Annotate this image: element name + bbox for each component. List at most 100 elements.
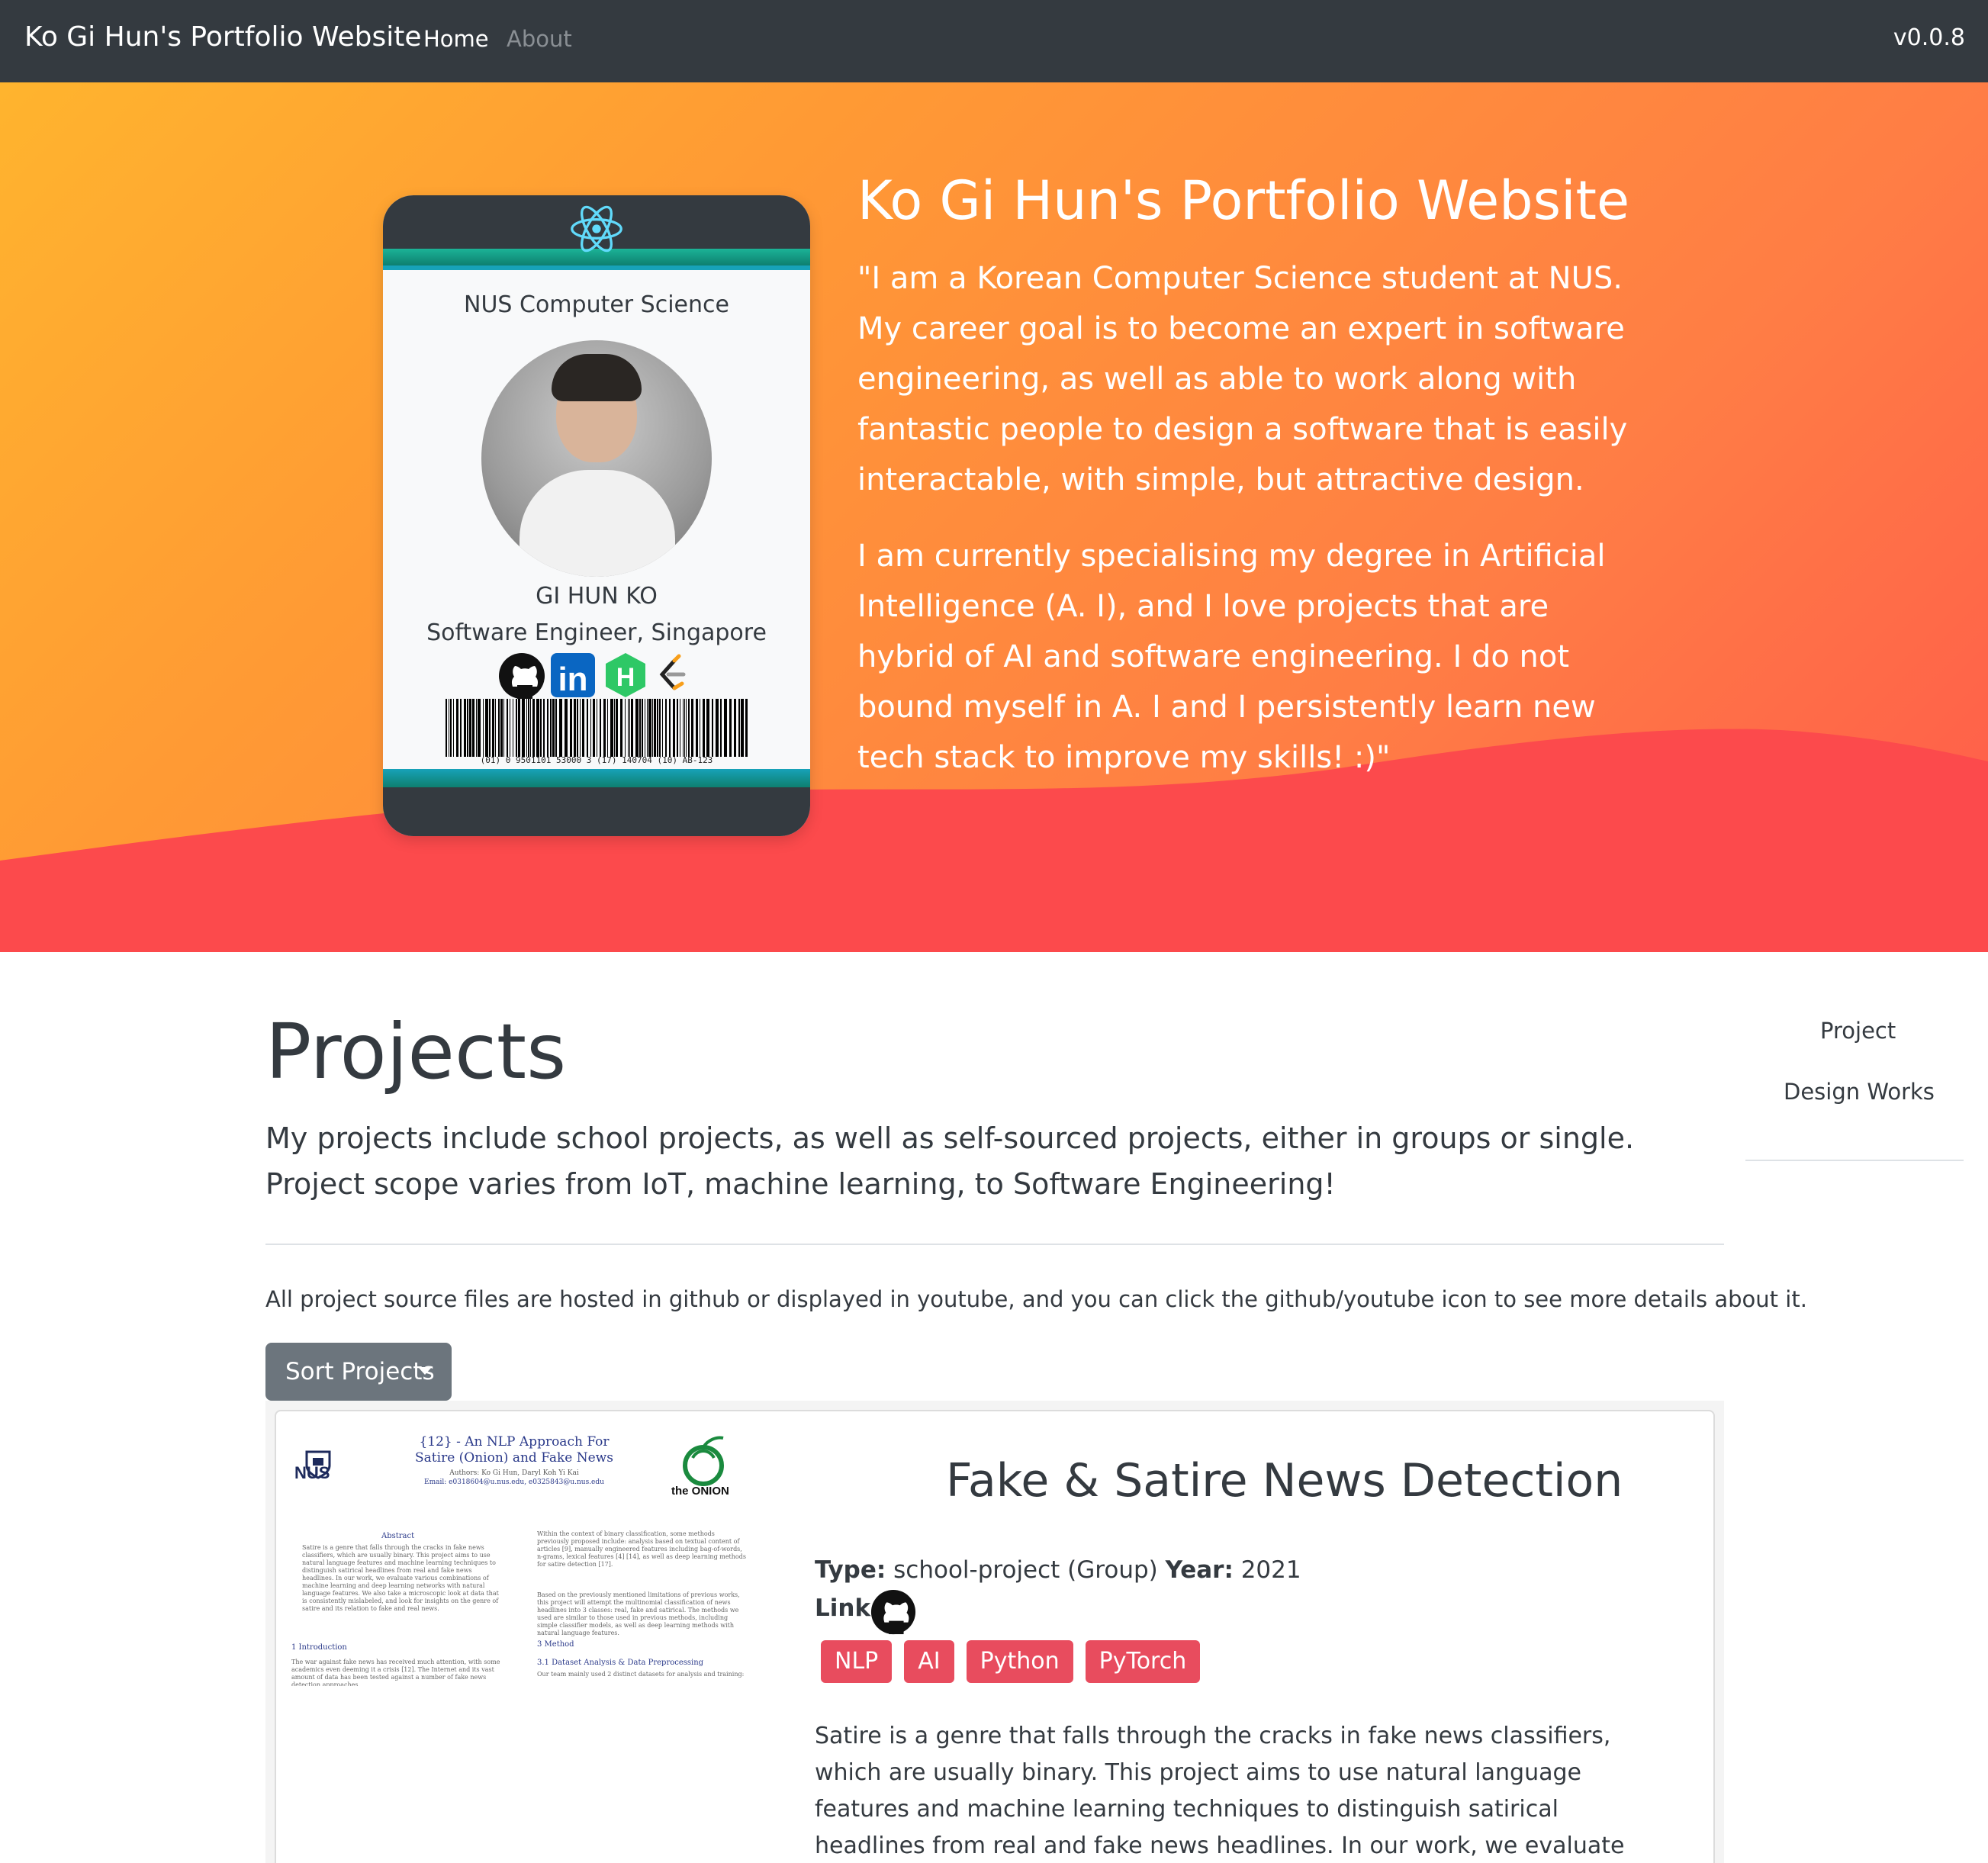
barcode-bar <box>669 699 671 757</box>
barcode-bar <box>610 699 613 757</box>
barcode-bar <box>550 699 552 757</box>
barcode-bar <box>467 699 468 757</box>
barcode-text: (01) 0 9501101 53000 3 (17) 140704 (10) … <box>480 755 713 765</box>
sort-projects-label: Sort Projects <box>285 1358 435 1385</box>
react-icon <box>571 205 622 253</box>
barcode-bar <box>532 699 535 757</box>
barcode-bar <box>629 699 630 757</box>
avatar-body <box>520 470 675 577</box>
side-nav-project[interactable]: Project <box>1820 1018 1896 1044</box>
barcode-bar <box>498 699 500 757</box>
barcode-bar <box>522 699 525 757</box>
barcode-bar <box>456 699 458 757</box>
barcode-bar <box>518 699 520 757</box>
barcode-bar <box>688 699 690 757</box>
sort-projects-button[interactable]: Sort Projects <box>265 1343 452 1401</box>
barcode-bar <box>460 699 462 757</box>
barcode-bar <box>577 699 578 757</box>
barcode-bar <box>552 699 555 757</box>
card-role: Software Engineer, Singapore <box>426 619 767 646</box>
barcode-bar <box>683 699 684 757</box>
barcode-bar <box>555 699 557 757</box>
barcode-bar <box>530 699 531 757</box>
leetcode-icon[interactable] <box>659 654 686 690</box>
social-icons: in H <box>499 653 686 699</box>
barcode-bar <box>485 699 488 757</box>
card-school: NUS Computer Science <box>464 291 729 318</box>
barcode-bar <box>665 699 667 757</box>
barcode-bar <box>590 699 591 757</box>
project-poster-image[interactable]: NUS {12} - An NLP Approach For Satire (O… <box>285 1427 758 1701</box>
barcode-bar <box>635 699 639 757</box>
linkedin-icon[interactable]: in <box>551 653 595 698</box>
barcode-bar <box>547 699 548 757</box>
barcode-bar <box>503 699 504 757</box>
nav-link-home[interactable]: Home <box>423 26 489 52</box>
barcode-bar <box>734 699 736 757</box>
barcode-bar <box>593 699 595 757</box>
nav-link-about[interactable]: About <box>507 26 572 52</box>
projects-title: Projects <box>265 1007 567 1096</box>
barcode-bar <box>450 699 452 757</box>
hero-title: Ko Gi Hun's Portfolio Website <box>857 169 1630 232</box>
hero-paragraph-2: I am currently specialising my degree in… <box>857 539 1606 775</box>
project-meta: Type: school-project (Group) Year: 2021 <box>815 1556 1301 1584</box>
side-nav-design-works[interactable]: Design Works <box>1784 1079 1935 1105</box>
avatar-hair <box>552 354 642 401</box>
poster-abstract-text: Satire is a genre that falls through the… <box>302 1544 499 1612</box>
card-stripe-top-accent <box>383 265 810 270</box>
barcode-bar <box>620 699 622 757</box>
barcode-bar <box>516 699 517 757</box>
poster-right-text-2: Based on the previously mentioned limita… <box>537 1591 740 1636</box>
barcode-bar <box>600 699 601 757</box>
barcode-bar <box>489 699 491 757</box>
barcode-bar <box>540 699 542 757</box>
barcode-bar <box>607 699 608 757</box>
barcode-bar <box>495 699 496 757</box>
barcode-bar <box>559 699 562 757</box>
year-label: Year: <box>1165 1556 1234 1584</box>
barcode-bar <box>741 699 744 757</box>
tag-nlp: NLP <box>821 1640 893 1683</box>
barcode-bar <box>631 699 633 757</box>
github-icon[interactable] <box>870 1588 917 1636</box>
onion-logo-text: the ONION <box>671 1485 729 1498</box>
navbar-brand[interactable]: Ko Gi Hun's Portfolio Website <box>24 21 421 53</box>
barcode-bar <box>476 699 477 757</box>
id-card: NUS Computer Science GI HUN KO Software … <box>383 195 810 836</box>
card-footer <box>383 787 810 836</box>
barcode-bar <box>677 699 678 757</box>
version-label: v0.0.8 <box>1893 24 1965 51</box>
hackerrank-icon[interactable]: H <box>606 653 645 697</box>
avatar <box>481 340 712 577</box>
barcode-bar <box>582 699 584 757</box>
barcode-bar <box>652 699 653 757</box>
barcode-bar <box>616 699 618 757</box>
barcode-bar <box>738 699 740 757</box>
barcode-bar <box>565 699 568 757</box>
type-value: school-project (Group) <box>893 1556 1158 1584</box>
barcode-bar <box>691 699 693 757</box>
barcode-bar <box>528 699 529 757</box>
poster-intro-heading: 1 Introduction <box>291 1643 347 1652</box>
poster-dataset-heading: 3.1 Dataset Analysis & Data Preprocessin… <box>537 1659 704 1667</box>
barcode-bar <box>662 699 663 757</box>
barcode-bar <box>526 699 527 757</box>
barcode-bar <box>659 699 661 757</box>
tag-ai: AI <box>904 1640 954 1683</box>
poster-abstract-heading: Abstract <box>381 1532 415 1540</box>
projects-description: My projects include school projects, as … <box>265 1121 1635 1201</box>
barcode-bar <box>673 699 675 757</box>
tag-list: NLP AI Python PyTorch <box>821 1640 1201 1683</box>
barcode-bar <box>500 699 503 757</box>
barcode-bar <box>587 699 588 757</box>
barcode-bar <box>614 699 615 757</box>
onion-logo-icon <box>683 1436 724 1486</box>
barcode-bar <box>703 699 705 757</box>
poster-email: Email: e0318604@u.nus.edu, e0325843@u.nu… <box>424 1478 604 1486</box>
github-icon[interactable] <box>499 653 545 699</box>
barcode-bar <box>745 699 748 757</box>
svg-text:in: in <box>558 661 587 698</box>
divider <box>265 1244 1724 1245</box>
barcode-bar <box>648 699 651 757</box>
